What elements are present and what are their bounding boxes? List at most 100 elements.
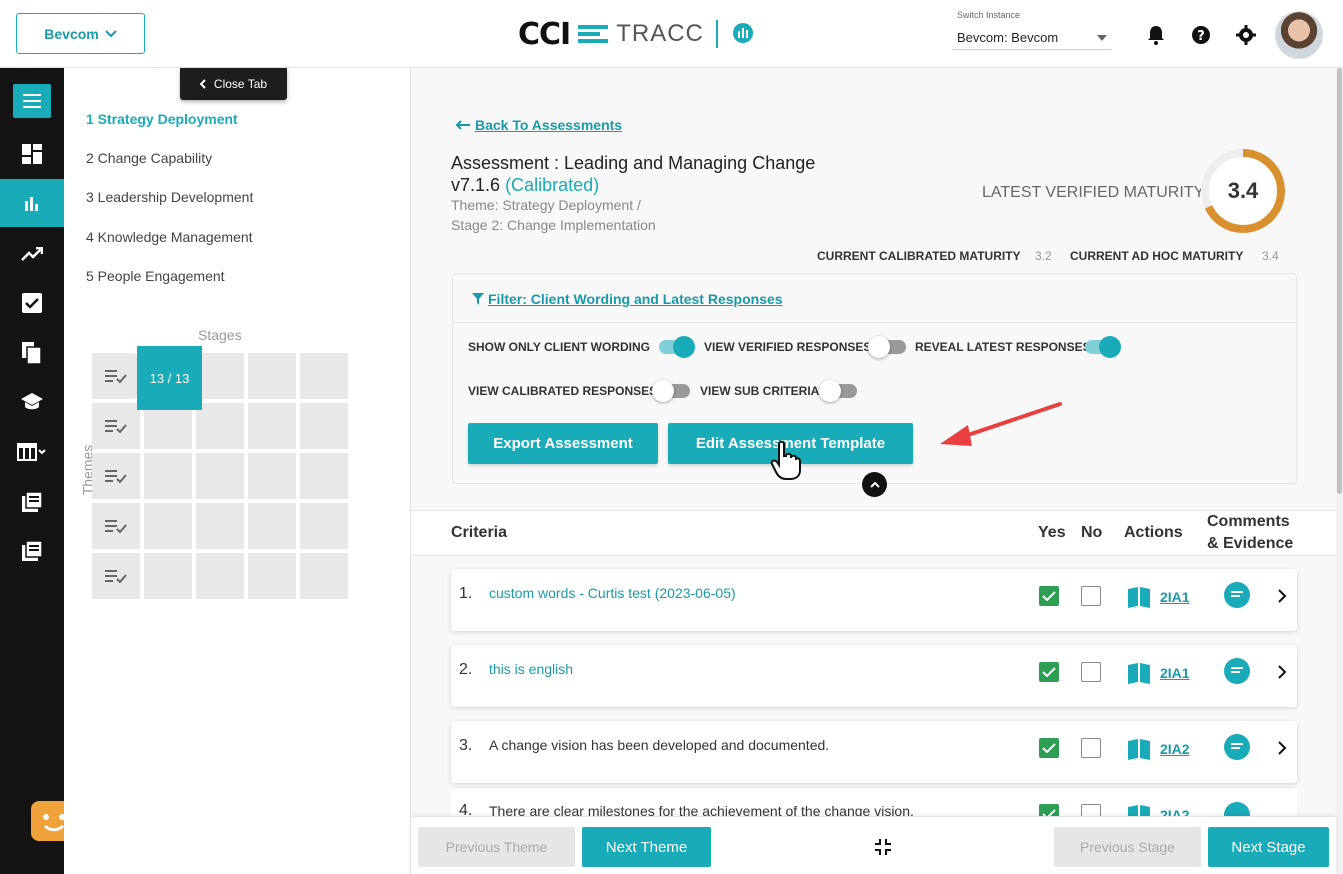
switch-instance-select[interactable]: Bevcom: Bevcom [953, 26, 1111, 50]
user-avatar[interactable] [1275, 11, 1323, 59]
action-code-link[interactable]: 2IA1 [1160, 589, 1190, 605]
chevron-left-icon [199, 79, 206, 89]
organization-label: Bevcom [44, 25, 99, 42]
chevron-right-icon[interactable] [1275, 664, 1289, 680]
grid-cell[interactable] [300, 553, 348, 599]
library-icon[interactable] [0, 527, 64, 575]
yes-checkbox[interactable] [1039, 804, 1059, 816]
checklist-icon[interactable] [92, 503, 140, 549]
menu-icon[interactable] [13, 84, 51, 118]
action-code-link[interactable]: 2IA1 [1160, 665, 1190, 681]
toggle-verified-responses[interactable] [868, 336, 906, 358]
gear-icon[interactable] [1235, 24, 1257, 46]
theme-item-change-capability[interactable]: 2 Change Capability [86, 150, 212, 166]
table-icon[interactable] [0, 428, 64, 476]
checklist-icon[interactable] [92, 353, 140, 399]
comment-icon[interactable] [1224, 802, 1250, 816]
previous-theme-button[interactable]: Previous Theme [418, 827, 575, 867]
collapse-icon[interactable] [874, 838, 892, 856]
documents-icon[interactable] [0, 329, 64, 377]
main-scrollbar[interactable] [1336, 68, 1343, 874]
checklist-icon[interactable] [92, 453, 140, 499]
chevron-right-icon[interactable] [1275, 740, 1289, 756]
toggle-label-verified-responses: VIEW VERIFIED RESPONSES [704, 340, 872, 354]
book-icon[interactable] [1127, 586, 1151, 608]
toggle-calibrated-responses[interactable] [652, 380, 690, 402]
grid-cell[interactable] [300, 503, 348, 549]
grid-cell[interactable] [144, 553, 192, 599]
grid-cell[interactable] [196, 503, 244, 549]
toggle-client-wording[interactable] [659, 336, 695, 358]
logo-product: TRACC [616, 20, 704, 47]
grid-cell[interactable] [300, 403, 348, 449]
theme-item-knowledge-management[interactable]: 4 Knowledge Management [86, 229, 253, 245]
action-code-link[interactable]: 2IA2 [1160, 741, 1190, 757]
book-icon[interactable] [1127, 662, 1151, 684]
assessment-title-text: Assessment : Leading and Managing Change [451, 153, 816, 173]
chevron-right-icon[interactable] [1275, 588, 1289, 604]
yes-checkbox[interactable] [1039, 662, 1059, 682]
grid-cell[interactable] [144, 453, 192, 499]
adhoc-maturity-value: 3.4 [1262, 249, 1279, 263]
criteria-row: 4. There are clear milestones for the ac… [451, 787, 1297, 816]
grid-cell[interactable] [248, 403, 296, 449]
back-link-label: Back To Assessments [475, 117, 623, 133]
no-checkbox[interactable] [1081, 738, 1101, 758]
previous-stage-button[interactable]: Previous Stage [1054, 827, 1201, 867]
checklist-icon[interactable] [92, 553, 140, 599]
grid-cell[interactable] [196, 553, 244, 599]
comment-icon[interactable] [1224, 658, 1250, 684]
organization-dropdown-button[interactable]: Bevcom [16, 13, 145, 54]
theme-item-people-engagement[interactable]: 5 People Engagement [86, 268, 225, 284]
back-to-assessments-link[interactable]: Back To Assessments [455, 117, 622, 133]
grid-cell[interactable] [144, 503, 192, 549]
filter-divider [452, 322, 1297, 323]
chevron-up-icon [869, 481, 880, 488]
header-no: No [1081, 524, 1103, 541]
criteria-row: 1. custom words - Curtis test (2023-06-0… [451, 569, 1297, 631]
logo-brand: CCI [518, 16, 571, 52]
calibrated-maturity-value: 3.2 [1035, 249, 1052, 263]
header-actions: Actions [1124, 524, 1183, 541]
action-code-link[interactable]: 2IA2 [1160, 807, 1190, 816]
toggle-latest-responses[interactable] [1085, 336, 1121, 358]
theme-item-leadership-development[interactable]: 3 Leadership Development [86, 189, 253, 205]
book-icon[interactable] [1127, 738, 1151, 760]
toggle-sub-criteria[interactable] [819, 380, 857, 402]
grid-cell[interactable] [196, 403, 244, 449]
comment-icon[interactable] [1224, 734, 1250, 760]
comment-icon[interactable] [1224, 582, 1250, 608]
no-checkbox[interactable] [1081, 804, 1101, 816]
checkbox-icon[interactable] [0, 279, 64, 327]
criteria-number: 1. [459, 585, 473, 602]
trend-icon[interactable] [0, 230, 64, 278]
export-assessment-button[interactable]: Export Assessment [468, 423, 658, 464]
theme-item-strategy-deployment[interactable]: 1 Strategy Deployment [86, 111, 238, 127]
close-tab-button[interactable]: Close Tab [180, 68, 287, 100]
grid-cell[interactable] [196, 453, 244, 499]
grid-cell[interactable] [196, 353, 244, 399]
assessment-version-status: (Calibrated) [505, 175, 600, 195]
next-theme-button[interactable]: Next Theme [582, 827, 711, 867]
library-icon[interactable] [0, 478, 64, 526]
filter-link[interactable]: Filter: Client Wording and Latest Respon… [472, 291, 783, 307]
grid-cell[interactable] [248, 353, 296, 399]
grid-cell[interactable] [248, 553, 296, 599]
grid-cell[interactable] [248, 503, 296, 549]
help-icon[interactable]: ? [1190, 24, 1212, 46]
yes-checkbox[interactable] [1039, 586, 1059, 606]
no-checkbox[interactable] [1081, 586, 1101, 606]
chart-bar-icon[interactable] [0, 179, 64, 227]
grid-cell[interactable] [300, 353, 348, 399]
book-icon[interactable] [1127, 804, 1151, 816]
dashboard-icon[interactable] [0, 130, 64, 178]
collapse-filter-button[interactable] [862, 472, 887, 497]
grid-cell[interactable] [300, 453, 348, 499]
yes-checkbox[interactable] [1039, 738, 1059, 758]
grid-cell[interactable] [248, 453, 296, 499]
school-icon[interactable] [0, 378, 64, 426]
next-stage-button[interactable]: Next Stage [1208, 827, 1329, 867]
checklist-icon[interactable] [92, 403, 140, 449]
bell-icon[interactable] [1145, 24, 1167, 46]
no-checkbox[interactable] [1081, 662, 1101, 682]
